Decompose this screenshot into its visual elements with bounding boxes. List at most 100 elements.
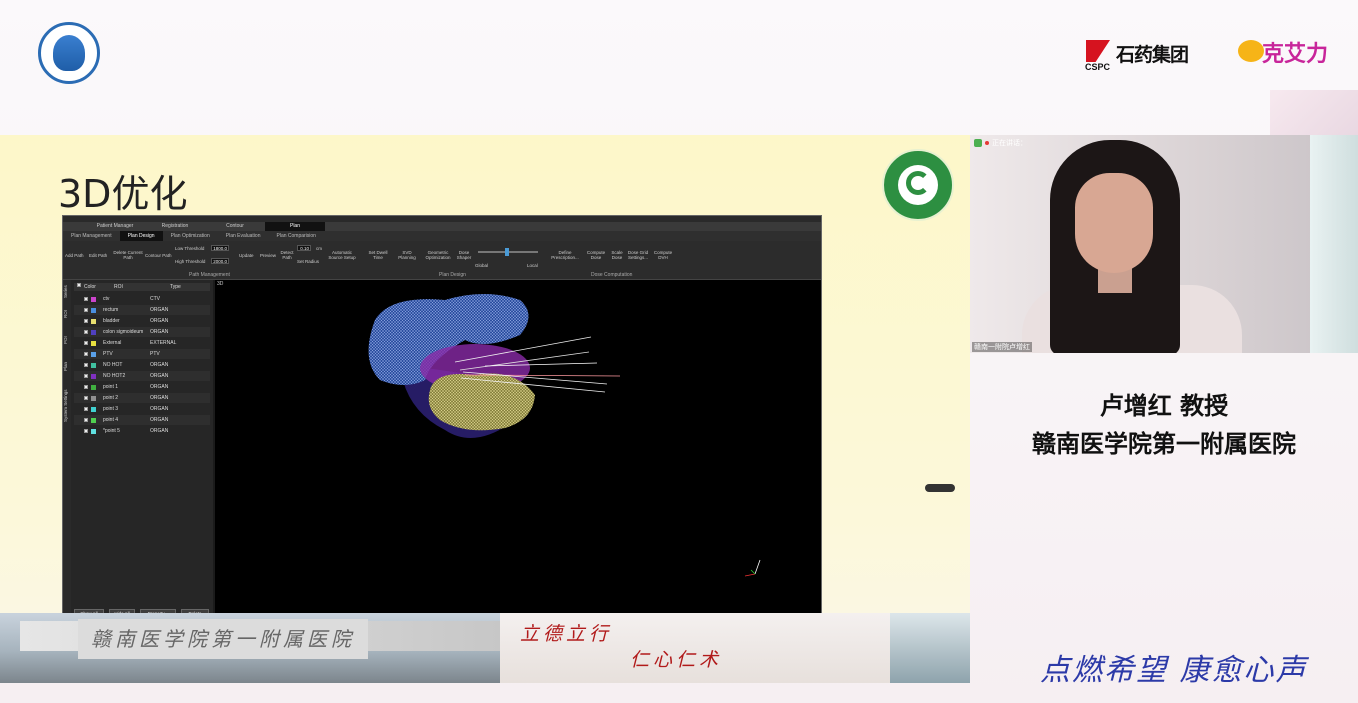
define-prescription-button[interactable]: Define Prescription...: [549, 250, 581, 260]
roi-color-swatch[interactable]: [91, 373, 96, 379]
roi-name: bladder: [103, 318, 120, 324]
roi-row[interactable]: colon sigmoideum ORGAN: [74, 327, 210, 337]
roi-type: PTV: [150, 351, 160, 357]
roi-row[interactable]: PTV PTV: [74, 349, 210, 359]
roi-row[interactable]: bladder ORGAN: [74, 316, 210, 326]
tab-plan-optimization[interactable]: Plan Optimization: [163, 231, 218, 241]
dose-shaper-slider-knob[interactable]: [505, 248, 509, 256]
select-all-checkbox[interactable]: [77, 283, 81, 287]
tab-plan[interactable]: Plan: [265, 222, 325, 231]
decor-band: [1270, 90, 1358, 135]
roi-color-swatch[interactable]: [91, 318, 96, 324]
step-input[interactable]: 0.10: [297, 245, 311, 251]
roi-visibility-checkbox[interactable]: [84, 385, 88, 389]
sponsor1-abbr: CSPC: [1085, 62, 1111, 72]
low-threshold-input[interactable]: 1800.0: [211, 245, 229, 251]
roi-visibility-checkbox[interactable]: [84, 319, 88, 323]
step-unit: cm: [316, 246, 322, 251]
roi-color-swatch[interactable]: [91, 417, 96, 423]
cspc-logo-icon: [1086, 40, 1110, 62]
roi-visibility-checkbox[interactable]: [84, 308, 88, 312]
side-tab-roi[interactable]: ROI: [63, 306, 71, 322]
roi-color-swatch[interactable]: [91, 296, 96, 302]
roi-name: point 1: [103, 384, 119, 390]
set-dwell-time-button[interactable]: Set Dwell Time: [365, 250, 391, 260]
tab-plan-management[interactable]: Plan Management: [63, 231, 120, 241]
roi-color-swatch[interactable]: [91, 384, 96, 390]
roi-row[interactable]: point 4 ORGAN: [74, 415, 210, 425]
tab-plan-evaluation[interactable]: Plan Evaluation: [218, 231, 269, 241]
hospital-photo: 赣南医学院第一附属医院: [0, 613, 500, 683]
roi-visibility-checkbox[interactable]: [84, 297, 88, 301]
roi-color-swatch[interactable]: [91, 329, 96, 335]
compute-dose-button[interactable]: Compute Dose: [583, 250, 609, 260]
scale-dose-button[interactable]: Scale Dose: [609, 250, 625, 260]
roi-type: ORGAN: [150, 417, 169, 423]
roi-color-swatch[interactable]: [91, 340, 96, 346]
roi-color-swatch[interactable]: [91, 406, 96, 412]
motto-line-2: 仁心仁术: [630, 649, 723, 671]
side-tab-poi[interactable]: POI: [63, 332, 71, 348]
roi-row[interactable]: point 1 ORGAN: [74, 382, 210, 392]
roi-visibility-checkbox[interactable]: [84, 429, 88, 433]
tab-plan-design[interactable]: Plan Design: [119, 231, 163, 241]
tab-plan-comparision[interactable]: Plan Comparision: [269, 231, 324, 241]
roi-visibility-checkbox[interactable]: [84, 341, 88, 345]
roi-color-swatch[interactable]: [91, 307, 96, 313]
dose-grid-settings-button[interactable]: Dose Grid Settings...: [625, 250, 651, 260]
speaker-video[interactable]: 正在讲话： 赣南一附院卢增红: [970, 135, 1358, 353]
roi-row[interactable]: NO HOT2 ORGAN: [74, 371, 210, 381]
roi-name: colon sigmoideum: [103, 329, 144, 335]
side-tab-system-settings[interactable]: System Settings: [63, 384, 71, 428]
roi-visibility-checkbox[interactable]: [84, 407, 88, 411]
association-logo-icon: [38, 22, 100, 84]
shared-slide: 3D优化 Patient Manager Registration Contou…: [0, 135, 970, 683]
roi-visibility-checkbox[interactable]: [84, 363, 88, 367]
high-threshold-input[interactable]: 2000.0: [211, 258, 229, 264]
set-radius-button[interactable]: Set Radius: [297, 259, 319, 264]
tab-registration[interactable]: Registration: [145, 222, 205, 231]
preview-button[interactable]: Preview: [260, 253, 276, 258]
slide-title: 3D优化: [58, 172, 188, 216]
roi-name: ctv: [103, 296, 110, 302]
roi-color-swatch[interactable]: [91, 395, 96, 401]
roi-visibility-checkbox[interactable]: [84, 330, 88, 334]
roi-row[interactable]: rectum ORGAN: [74, 305, 210, 315]
compute-dvh-button[interactable]: Compute DVH: [651, 250, 675, 260]
roi-row[interactable]: ctv CTV: [74, 294, 210, 304]
tab-contour[interactable]: Contour: [205, 222, 265, 231]
update-button[interactable]: Update: [239, 253, 254, 258]
svd-planning-button[interactable]: SVD Planning: [395, 250, 419, 260]
dose-shaper-button[interactable]: Dose Shaper: [455, 250, 473, 260]
delete-current-path-button[interactable]: Delete Current Path: [111, 250, 145, 260]
contour-path-button[interactable]: Contour Path: [145, 253, 172, 258]
roi-type: ORGAN: [150, 373, 169, 379]
roi-name: point 2: [103, 395, 119, 401]
roi-row[interactable]: External EXTERNAL: [74, 338, 210, 348]
roi-row[interactable]: point 2 ORGAN: [74, 393, 210, 403]
main-tabs: Patient Manager Registration Contour Pla…: [63, 222, 821, 231]
edit-path-button[interactable]: Edit Path: [89, 253, 107, 258]
side-tab-series[interactable]: Series: [63, 282, 71, 302]
roi-row[interactable]: NO HOT ORGAN: [74, 360, 210, 370]
roi-name: point 4: [103, 417, 119, 423]
roi-color-swatch[interactable]: [91, 428, 96, 434]
roi-visibility-checkbox[interactable]: [84, 396, 88, 400]
side-tab-plan[interactable]: Plan: [63, 358, 71, 374]
slider-local-label: Local: [527, 263, 538, 268]
roi-visibility-checkbox[interactable]: [84, 418, 88, 422]
roi-row[interactable]: point 3 ORGAN: [74, 404, 210, 414]
roi-visibility-checkbox[interactable]: [84, 374, 88, 378]
roi-color-swatch[interactable]: [91, 351, 96, 357]
3d-viewport[interactable]: 3D: [215, 280, 821, 619]
tab-patient-manager[interactable]: Patient Manager: [85, 222, 145, 231]
high-threshold-label: High Threshold: [175, 259, 206, 264]
roi-color-swatch[interactable]: [91, 362, 96, 368]
add-path-button[interactable]: Add Path: [65, 253, 84, 258]
geometric-optimization-button[interactable]: Geometric Optimization: [423, 250, 453, 260]
detect-path-button[interactable]: Detect Path: [279, 250, 295, 260]
roi-visibility-checkbox[interactable]: [84, 352, 88, 356]
roi-row[interactable]: *point 5 ORGAN: [74, 426, 210, 436]
roi-name: NO HOT: [103, 362, 123, 368]
automatic-source-setup-button[interactable]: Automatic Source Setup: [327, 250, 357, 260]
